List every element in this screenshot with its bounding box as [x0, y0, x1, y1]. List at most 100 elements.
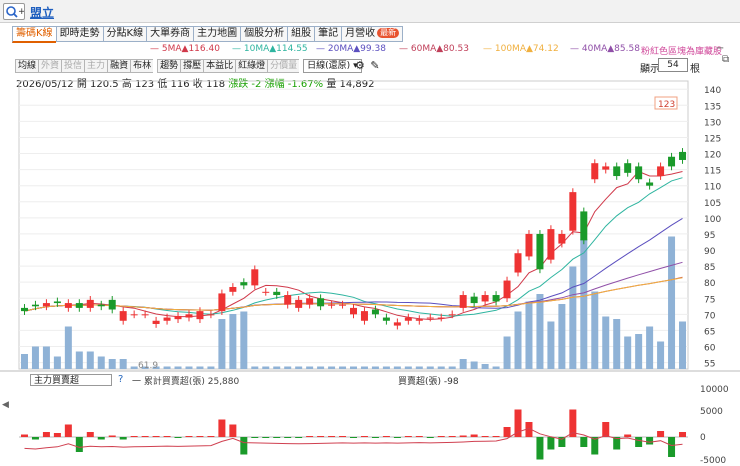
buy-sell-bar [404, 436, 412, 437]
buy-sell-bar [393, 437, 401, 438]
collapse-arrow-icon[interactable]: ◀ [2, 400, 9, 410]
candle-body [514, 253, 522, 273]
buy-sell-bar [580, 437, 588, 447]
buy-sell-bar [75, 437, 83, 452]
buy-sell-bar [251, 437, 259, 438]
buy-sell-bar [437, 436, 445, 437]
price-tick-label: 65 [704, 327, 715, 337]
help-icon[interactable]: ? [118, 374, 123, 385]
candle-body [339, 304, 347, 306]
price-tick-label: 135 [704, 102, 721, 112]
buy-sell-bar [470, 434, 478, 437]
price-tick-label: 70 [704, 311, 716, 321]
buy-sell-bar [306, 436, 314, 437]
candle-body [119, 311, 127, 321]
buy-sell-bar [174, 437, 182, 438]
volume-bar [295, 366, 303, 369]
indicator-tick-label: 10000 [700, 385, 729, 395]
candle-body [295, 299, 303, 308]
candle-body [547, 229, 555, 260]
buy-sell-bar [141, 436, 149, 437]
buy-sell-bar [273, 437, 281, 438]
candle-body [371, 309, 379, 315]
price-chart[interactable]: 55 60 65 70 75 80 85 90 95 100 105 110 115 120 125 130 1… [0, 0, 740, 466]
price-tick-label: 85 [704, 263, 715, 273]
buy-sell-bar [317, 436, 325, 437]
candle-body [130, 314, 138, 316]
volume-bar [503, 336, 511, 369]
price-tick-label: 140 [704, 86, 721, 96]
indicator-legend-cumulative: 一 累計買賣超(張) 25,880 [132, 377, 240, 387]
candle-body [503, 280, 511, 299]
volume-bar [218, 319, 226, 369]
volume-bar [470, 361, 478, 369]
buy-sell-bar [668, 437, 676, 457]
buy-sell-bar [20, 434, 28, 437]
buy-sell-bar [360, 436, 368, 437]
indicator-tick-label: 0 [700, 433, 706, 443]
candle-body [20, 307, 28, 312]
buy-sell-bar [262, 437, 270, 438]
candle-body [31, 304, 39, 307]
indicator-select[interactable]: 主力買賣超 [30, 374, 112, 386]
candle-body [185, 314, 193, 318]
volume-bar [613, 319, 621, 369]
candle-body [86, 299, 94, 308]
candle-body [415, 319, 423, 321]
candle-body [536, 233, 544, 270]
volume-bar [624, 336, 632, 369]
volume-bar [415, 366, 423, 369]
candle-body [470, 296, 478, 304]
buy-sell-bar [371, 437, 379, 438]
buy-sell-bar [229, 424, 237, 437]
candle-body [569, 192, 577, 231]
volume-bar [130, 366, 138, 369]
buy-sell-bar [635, 437, 643, 447]
candle-body [262, 291, 270, 293]
buy-sell-bar [350, 437, 357, 438]
buy-sell-bar [196, 436, 204, 437]
candle-body [382, 317, 390, 321]
volume-bar [459, 359, 467, 369]
volume-bar [42, 346, 50, 369]
price-tick-label: 95 [704, 231, 715, 241]
price-tick-label: 100 [704, 215, 721, 225]
volume-bar [328, 366, 336, 369]
volume-bar [174, 366, 182, 369]
candle-body [141, 314, 149, 316]
candle-body [426, 317, 434, 319]
volume-bar [668, 236, 676, 369]
volume-bar [448, 366, 456, 369]
buy-sell-bar [97, 437, 105, 440]
indicator-tick-label: -5000 [700, 456, 726, 466]
candle-body [558, 233, 566, 244]
candle-body [251, 269, 259, 286]
candle-body [646, 182, 654, 186]
price-tick-label: 105 [704, 199, 721, 209]
candle-body [196, 311, 204, 320]
volume-bar [382, 366, 390, 369]
price-tick-label: 110 [704, 183, 721, 193]
buy-sell-bar [42, 432, 50, 437]
volume-bar [163, 366, 171, 369]
volume-bar [492, 366, 500, 369]
volume-bar [481, 364, 489, 369]
buy-sell-bar [492, 436, 500, 437]
buy-sell-bar [415, 436, 423, 437]
indicator-legend-daily: 買賣超(張) -98 [398, 377, 459, 387]
volume-bar [20, 354, 28, 369]
buy-sell-bar [624, 434, 632, 437]
candle-body [75, 303, 83, 308]
volume-bar [558, 304, 566, 369]
volume-bar [679, 321, 687, 369]
candle-body [404, 317, 412, 321]
volume-bar [240, 311, 248, 369]
candle-body [328, 304, 336, 306]
price-tick-label: 130 [704, 118, 721, 128]
candle-body [393, 322, 401, 326]
candle-body [448, 314, 456, 316]
volume-bar [514, 311, 522, 369]
price-tick-label: 90 [704, 247, 716, 257]
candle-body [492, 295, 500, 302]
volume-bar [75, 351, 83, 369]
